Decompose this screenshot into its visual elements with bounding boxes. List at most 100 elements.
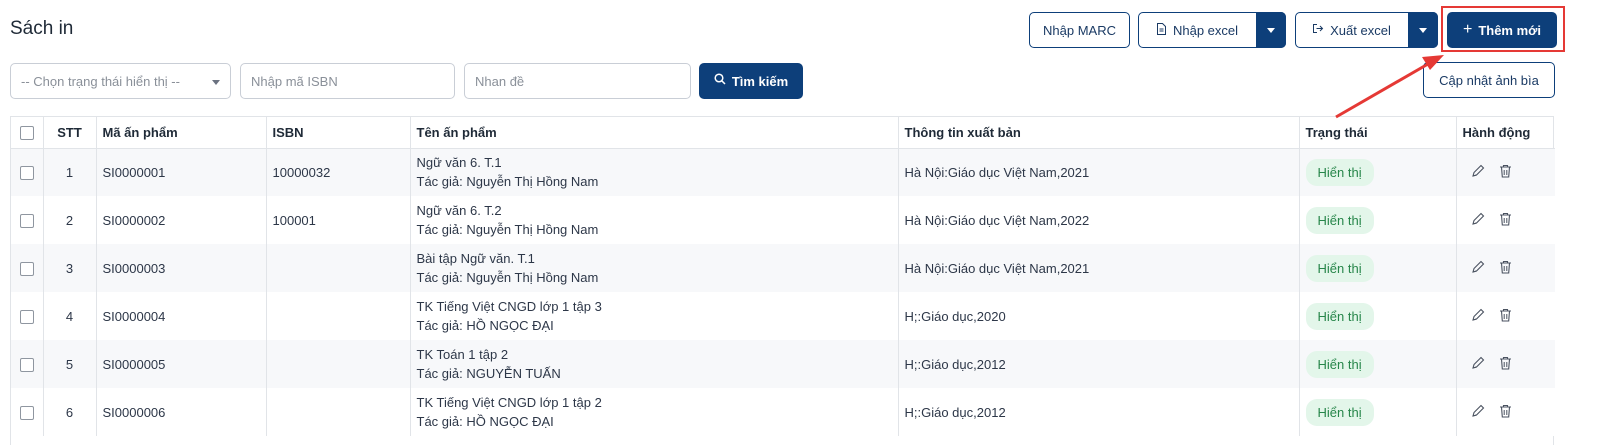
pencil-icon[interactable]: [1471, 404, 1485, 418]
status-badge: Hiển thị: [1305, 350, 1374, 378]
row-checkbox[interactable]: [19, 213, 34, 228]
header-code: Mã ấn phẩm: [96, 117, 267, 149]
row-status-cell: Hiển thị: [1299, 244, 1457, 292]
status-select[interactable]: -- Chọn trạng thái hiển thị --: [10, 63, 231, 99]
row-checkbox[interactable]: [19, 405, 34, 420]
row-actions: [1456, 388, 1555, 436]
import-excel-dropdown-toggle[interactable]: [1256, 12, 1286, 48]
update-cover-button[interactable]: Cập nhật ảnh bìa: [1423, 62, 1555, 98]
status-badge: Hiển thị: [1305, 254, 1374, 282]
row-title: TK Toán 1 tập 2: [416, 347, 509, 362]
table-row[interactable]: 1 SI0000001 10000032 Ngữ văn 6. T.1 Tác …: [11, 148, 1555, 196]
row-isbn: [266, 244, 411, 292]
row-stt: 4: [43, 292, 97, 340]
row-code: SI0000002: [96, 196, 267, 244]
row-code: SI0000006: [96, 388, 267, 436]
caret-down-icon: [1419, 27, 1427, 33]
row-status-cell: Hiển thị: [1299, 148, 1457, 196]
row-status-cell: Hiển thị: [1299, 388, 1457, 436]
row-code: SI0000003: [96, 244, 267, 292]
isbn-input[interactable]: [251, 73, 444, 89]
table-row[interactable]: 6 SI0000006 TK Tiếng Việt CNGD lớp 1 tập…: [11, 388, 1555, 436]
header-stt: STT: [43, 117, 97, 149]
file-icon: [1156, 22, 1167, 38]
table-header-row: STT Mã ấn phẩm ISBN Tên ấn phẩm Thông ti…: [11, 117, 1555, 149]
row-stt: 5: [43, 340, 97, 388]
page-title: Sách in: [10, 18, 74, 39]
select-all-checkbox[interactable]: [19, 126, 34, 141]
row-publish: H;:Giáo dục,2020: [898, 292, 1300, 340]
trash-icon[interactable]: [1499, 212, 1512, 226]
chevron-down-icon: [212, 80, 220, 85]
row-actions: [1456, 196, 1555, 244]
export-excel-dropdown-toggle[interactable]: [1408, 12, 1438, 48]
import-excel-button[interactable]: Nhập excel: [1138, 12, 1286, 48]
title-input[interactable]: [475, 73, 680, 89]
row-publish: H;:Giáo dục,2012: [898, 340, 1300, 388]
row-checkbox[interactable]: [19, 357, 34, 372]
isbn-field[interactable]: [240, 63, 455, 99]
import-marc-button[interactable]: Nhập MARC: [1029, 12, 1130, 48]
trash-icon[interactable]: [1499, 308, 1512, 322]
row-stt: 2: [43, 196, 97, 244]
row-author: Tác giả: NGUYỄN TUẤN: [416, 366, 561, 381]
row-status-cell: Hiển thị: [1299, 292, 1457, 340]
pencil-icon[interactable]: [1471, 164, 1485, 178]
trash-icon[interactable]: [1499, 260, 1512, 274]
row-isbn: [266, 388, 411, 436]
row-checkbox[interactable]: [19, 261, 34, 276]
pencil-icon[interactable]: [1471, 212, 1485, 226]
row-checkbox[interactable]: [19, 166, 34, 181]
row-actions: [1456, 292, 1555, 340]
table-row[interactable]: 3 SI0000003 Bài tập Ngữ văn. T.1 Tác giả…: [11, 244, 1555, 292]
caret-down-icon: [1267, 27, 1275, 33]
status-badge: Hiển thị: [1305, 158, 1374, 186]
row-name: Ngữ văn 6. T.2 Tác giả: Nguyễn Thị Hồng …: [410, 196, 899, 244]
row-name: TK Toán 1 tập 2 Tác giả: NGUYỄN TUẤN: [410, 340, 899, 388]
row-checkbox-cell: [11, 148, 44, 196]
row-actions: [1456, 244, 1555, 292]
trash-icon[interactable]: [1499, 404, 1512, 418]
table-row[interactable]: 4 SI0000004 TK Tiếng Việt CNGD lớp 1 tập…: [11, 292, 1555, 340]
row-isbn: [266, 292, 411, 340]
row-checkbox-cell: [11, 388, 44, 436]
header-publish: Thông tin xuất bản: [898, 117, 1300, 149]
update-cover-label: Cập nhật ảnh bìa: [1439, 72, 1539, 88]
title-field[interactable]: [464, 63, 691, 99]
row-name: Bài tập Ngữ văn. T.1 Tác giả: Nguyễn Thị…: [410, 244, 899, 292]
import-marc-label: Nhập MARC: [1043, 22, 1116, 38]
row-name: TK Tiếng Việt CNGD lớp 1 tập 3 Tác giả: …: [410, 292, 899, 340]
header-action: Hành động: [1456, 117, 1555, 149]
row-code: SI0000005: [96, 340, 267, 388]
row-author: Tác giả: HỒ NGỌC ĐẠI: [416, 414, 554, 429]
export-excel-button[interactable]: Xuất excel: [1295, 12, 1438, 48]
table-row[interactable]: 5 SI0000005 TK Toán 1 tập 2 Tác giả: NGU…: [11, 340, 1555, 388]
row-author: Tác giả: HỒ NGỌC ĐẠI: [416, 318, 554, 333]
row-title: TK Tiếng Việt CNGD lớp 1 tập 3: [416, 299, 602, 314]
header-isbn: ISBN: [266, 117, 411, 149]
row-publish: H;:Giáo dục,2012: [898, 388, 1300, 436]
row-title: TK Tiếng Việt CNGD lớp 1 tập 2: [416, 395, 602, 410]
row-status-cell: Hiển thị: [1299, 340, 1457, 388]
header-name: Tên ấn phẩm: [410, 117, 899, 149]
search-button[interactable]: Tìm kiếm: [699, 63, 803, 99]
row-isbn: 100001: [266, 196, 411, 244]
pencil-icon[interactable]: [1471, 260, 1485, 274]
row-checkbox[interactable]: [19, 309, 34, 324]
trash-icon[interactable]: [1499, 356, 1512, 370]
table-row[interactable]: 2 SI0000002 100001 Ngữ văn 6. T.2 Tác gi…: [11, 196, 1555, 244]
pencil-icon[interactable]: [1471, 356, 1485, 370]
row-stt: 6: [43, 388, 97, 436]
export-icon: [1312, 23, 1324, 37]
row-checkbox-cell: [11, 196, 44, 244]
row-checkbox-cell: [11, 244, 44, 292]
row-author: Tác giả: Nguyễn Thị Hồng Nam: [416, 222, 599, 237]
pencil-icon[interactable]: [1471, 308, 1485, 322]
export-excel-label: Xuất excel: [1330, 22, 1391, 38]
row-publish: Hà Nội:Giáo dục Việt Nam,2022: [898, 196, 1300, 244]
trash-icon[interactable]: [1499, 164, 1512, 178]
row-stt: 3: [43, 244, 97, 292]
row-author: Tác giả: Nguyễn Thị Hồng Nam: [416, 270, 599, 285]
status-badge: Hiển thị: [1305, 206, 1374, 234]
row-author: Tác giả: Nguyễn Thị Hồng Nam: [416, 174, 599, 190]
